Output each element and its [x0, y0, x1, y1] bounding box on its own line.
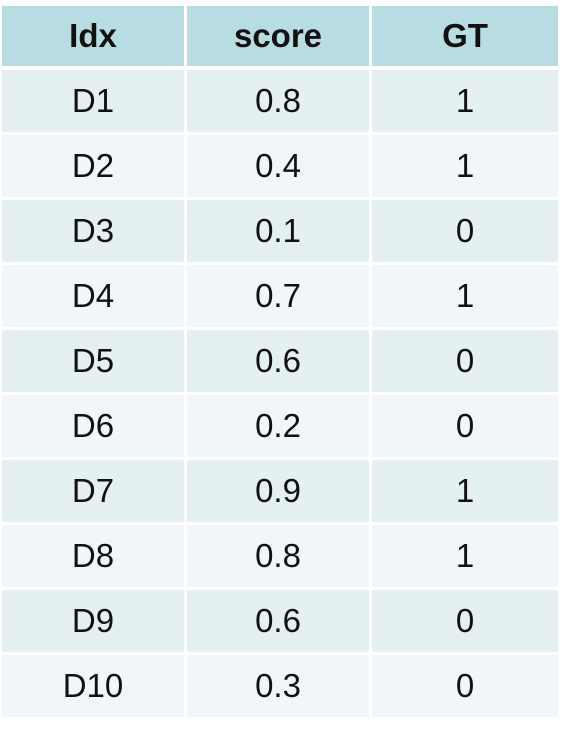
gt-cell: 0: [372, 200, 558, 265]
header-row: Idx score GT: [2, 6, 558, 70]
gt-cell: 1: [372, 135, 558, 200]
header-idx: Idx: [2, 6, 187, 70]
score-cell: 0.6: [187, 590, 372, 655]
idx-cell: D1: [2, 70, 187, 135]
score-table: Idx score GT D1 0.8 1 D2 0.4 1 D3 0.1 0 D4 0.7 1 D5 0…: [2, 6, 558, 720]
gt-cell: 1: [372, 460, 558, 525]
gt-cell: 1: [372, 70, 558, 135]
gt-cell: 0: [372, 330, 558, 395]
header-gt: GT: [372, 6, 558, 70]
score-cell: 0.8: [187, 525, 372, 590]
header-score: score: [187, 6, 372, 70]
gt-cell: 0: [372, 655, 558, 720]
score-cell: 0.4: [187, 135, 372, 200]
gt-cell: 1: [372, 265, 558, 330]
score-cell: 0.8: [187, 70, 372, 135]
idx-cell: D6: [2, 395, 187, 460]
gt-cell: 0: [372, 395, 558, 460]
table-row: D4 0.7 1: [2, 265, 558, 330]
table-row: D3 0.1 0: [2, 200, 558, 265]
score-cell: 0.2: [187, 395, 372, 460]
idx-cell: D7: [2, 460, 187, 525]
score-cell: 0.7: [187, 265, 372, 330]
score-cell: 0.1: [187, 200, 372, 265]
score-cell: 0.6: [187, 330, 372, 395]
table-row: D1 0.8 1: [2, 70, 558, 135]
table-row: D5 0.6 0: [2, 330, 558, 395]
table-row: D7 0.9 1: [2, 460, 558, 525]
table-row: D6 0.2 0: [2, 395, 558, 460]
idx-cell: D4: [2, 265, 187, 330]
table-row: D2 0.4 1: [2, 135, 558, 200]
score-cell: 0.3: [187, 655, 372, 720]
table-row: D9 0.6 0: [2, 590, 558, 655]
idx-cell: D10: [2, 655, 187, 720]
score-cell: 0.9: [187, 460, 372, 525]
table-body: D1 0.8 1 D2 0.4 1 D3 0.1 0 D4 0.7 1 D5 0.6 0 D6 0.2 0 D7 0.…: [2, 70, 558, 720]
table-row: D10 0.3 0: [2, 655, 558, 720]
idx-cell: D2: [2, 135, 187, 200]
gt-cell: 0: [372, 590, 558, 655]
idx-cell: D9: [2, 590, 187, 655]
idx-cell: D3: [2, 200, 187, 265]
idx-cell: D5: [2, 330, 187, 395]
table-row: D8 0.8 1: [2, 525, 558, 590]
table-header: Idx score GT: [2, 6, 558, 70]
idx-cell: D8: [2, 525, 187, 590]
gt-cell: 1: [372, 525, 558, 590]
